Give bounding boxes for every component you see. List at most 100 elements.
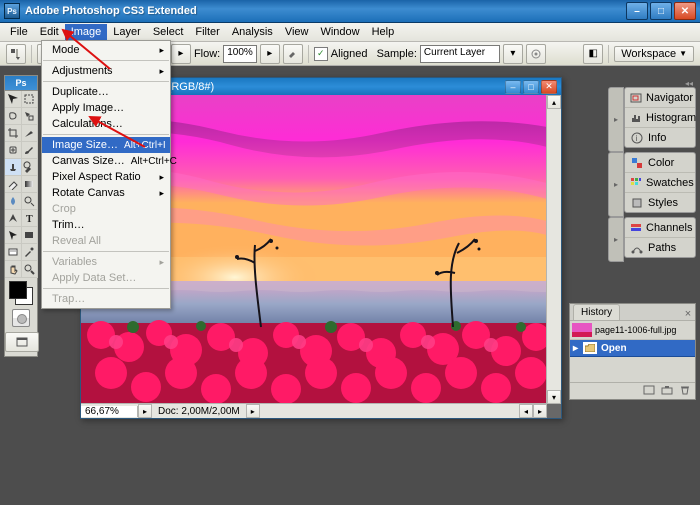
notes-tool[interactable] <box>5 244 22 261</box>
panel-group-channels[interactable]: Channels Paths <box>624 217 696 258</box>
image-menu-item[interactable]: Rotate Canvas <box>42 185 170 201</box>
image-menu-item[interactable]: Trim… <box>42 217 170 233</box>
menu-layer[interactable]: Layer <box>107 24 147 40</box>
panel-color[interactable]: Color <box>625 153 695 173</box>
quick-mask-toggle[interactable] <box>12 309 30 327</box>
sample-dropdown[interactable]: Current Layer <box>420 45 500 63</box>
move-tool[interactable] <box>5 91 22 108</box>
sample-dropdown-arrow[interactable]: ▾ <box>503 44 523 64</box>
panel-group-color[interactable]: Color Swatches Styles <box>624 152 696 213</box>
menu-edit[interactable]: Edit <box>34 24 65 40</box>
menu-select[interactable]: Select <box>147 24 190 40</box>
image-menu-item[interactable]: Apply Image… <box>42 100 170 116</box>
scroll-left-button[interactable]: ◂ <box>519 404 533 418</box>
history-panel[interactable]: History × page11-1006-full.jpg ▸ Open <box>569 303 696 400</box>
history-close-button[interactable]: × <box>681 308 695 320</box>
marquee-tool[interactable] <box>21 91 38 108</box>
tools-palette[interactable]: Ps T <box>4 75 38 357</box>
doc-minimize-button[interactable]: – <box>505 80 521 94</box>
image-menu-item[interactable]: Duplicate… <box>42 84 170 100</box>
panel-dock-handle[interactable]: ◂◂ <box>608 79 696 87</box>
flow-arrow[interactable]: ▸ <box>260 44 280 64</box>
panel-collapse-3[interactable]: ▸ <box>608 217 624 262</box>
scroll-down-button[interactable]: ▾ <box>547 390 561 404</box>
history-snapshot-button[interactable] <box>660 384 674 396</box>
image-menu-item[interactable]: Mode <box>42 42 170 58</box>
image-menu-item[interactable]: Calculations… <box>42 116 170 132</box>
dodge-tool[interactable] <box>21 193 38 210</box>
airbrush-button[interactable] <box>283 44 303 64</box>
panel-group-navigator[interactable]: Navigator Histogram iInfo <box>624 87 696 148</box>
window-close-button[interactable]: ✕ <box>674 2 696 20</box>
blur-tool[interactable] <box>5 193 22 210</box>
panel-collapse-2[interactable]: ▸ <box>608 152 624 217</box>
eyedropper-tool[interactable] <box>21 244 38 261</box>
panel-navigator[interactable]: Navigator <box>625 88 695 108</box>
quick-select-tool[interactable] <box>21 108 38 125</box>
info-arrow[interactable]: ▸ <box>246 404 260 418</box>
opacity-arrow[interactable]: ▸ <box>171 44 191 64</box>
doc-close-button[interactable]: ✕ <box>541 80 557 94</box>
image-menu-dropdown[interactable]: Mode Adjustments Duplicate…Apply Image…Cal… <box>41 40 171 309</box>
panel-swatches[interactable]: Swatches <box>625 173 695 193</box>
image-menu-item[interactable]: Canvas Size…Alt+Ctrl+C <box>42 153 170 169</box>
image-menu-item[interactable]: Pixel Aspect Ratio <box>42 169 170 185</box>
swatches-icon <box>630 176 642 190</box>
menu-view[interactable]: View <box>279 24 315 40</box>
slice-tool[interactable] <box>21 125 38 142</box>
gradient-tool[interactable] <box>21 176 38 193</box>
hand-tool[interactable] <box>5 261 22 278</box>
healing-tool[interactable] <box>5 142 22 159</box>
path-select-tool[interactable] <box>5 227 22 244</box>
panel-channels[interactable]: Channels <box>625 218 695 238</box>
vertical-scrollbar[interactable]: ▴ ▾ <box>546 95 561 404</box>
menu-file[interactable]: File <box>4 24 34 40</box>
flow-field[interactable]: 100% <box>223 45 257 63</box>
eraser-tool[interactable] <box>5 176 22 193</box>
doc-maximize-button[interactable]: □ <box>523 80 539 94</box>
panel-styles[interactable]: Styles <box>625 193 695 212</box>
history-brush-tool[interactable] <box>21 159 38 176</box>
window-minimize-button[interactable]: – <box>626 2 648 20</box>
history-snapshot[interactable]: page11-1006-full.jpg <box>570 321 695 340</box>
menu-help[interactable]: Help <box>366 24 401 40</box>
shape-tool[interactable] <box>21 227 38 244</box>
history-delete-button[interactable] <box>678 384 692 396</box>
brush-tool[interactable] <box>21 142 38 159</box>
fg-color-swatch[interactable] <box>9 281 27 299</box>
navigator-icon <box>630 91 642 105</box>
panel-collapse-1[interactable]: ▸ <box>608 87 624 152</box>
crop-tool[interactable] <box>5 125 22 142</box>
screen-mode-button[interactable] <box>5 332 39 352</box>
zoom-arrow[interactable]: ▸ <box>138 404 152 418</box>
menu-window[interactable]: Window <box>314 24 365 40</box>
sample-all-layers-button[interactable] <box>526 44 546 64</box>
panel-paths[interactable]: Paths <box>625 238 695 257</box>
pen-tool[interactable] <box>5 210 22 227</box>
workspace-picker[interactable]: Workspace▼ <box>614 46 694 62</box>
tools-header[interactable]: Ps <box>5 76 37 91</box>
scroll-right-button[interactable]: ▸ <box>533 404 547 418</box>
scroll-up-button[interactable]: ▴ <box>547 95 561 109</box>
menu-filter[interactable]: Filter <box>189 24 225 40</box>
zoom-tool[interactable] <box>21 261 38 278</box>
menu-analysis[interactable]: Analysis <box>226 24 279 40</box>
color-swatches[interactable] <box>5 278 37 308</box>
history-new-doc-button[interactable] <box>642 384 656 396</box>
image-menu-item[interactable]: Image Size…Alt+Ctrl+I <box>42 137 170 153</box>
image-menu-item[interactable]: Adjustments <box>42 63 170 79</box>
clone-stamp-tool[interactable] <box>5 159 22 176</box>
history-state-open[interactable]: ▸ Open <box>570 340 695 357</box>
type-tool[interactable]: T <box>21 210 38 227</box>
tool-preset-button[interactable] <box>6 44 26 64</box>
window-maximize-button[interactable]: □ <box>650 2 672 20</box>
lasso-tool[interactable] <box>5 108 22 125</box>
zoom-field[interactable]: 66,67% <box>81 406 138 417</box>
bridge-button[interactable]: ◧ <box>583 44 603 64</box>
panel-histogram[interactable]: Histogram <box>625 108 695 128</box>
aligned-checkbox[interactable]: ✓ <box>314 47 328 61</box>
color-icon <box>630 156 644 170</box>
history-tab[interactable]: History <box>573 304 620 320</box>
panel-info[interactable]: iInfo <box>625 128 695 147</box>
menu-image[interactable]: Image <box>65 24 108 40</box>
